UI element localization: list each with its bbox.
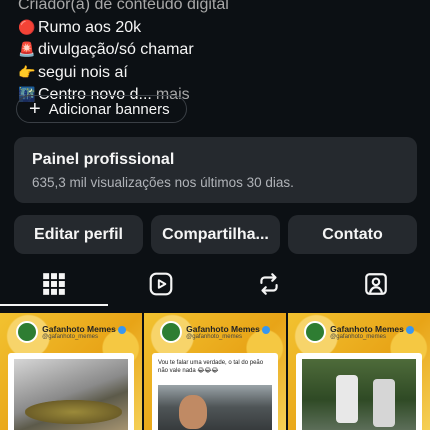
red-circle-icon: 🔴 bbox=[18, 19, 36, 36]
add-banners-button[interactable]: + Adicionar banners bbox=[16, 95, 187, 123]
reels-icon bbox=[149, 272, 173, 296]
avatar bbox=[16, 321, 39, 343]
post-thumbnail[interactable]: Gafanhoto Memes @gafanhoto_memes bbox=[288, 313, 430, 430]
post-image bbox=[14, 359, 128, 430]
profile-tabs bbox=[0, 262, 430, 306]
plus-icon: + bbox=[29, 98, 41, 120]
posts-grid: Gafanhoto Memes @gafanhoto_memes Gafanho… bbox=[0, 313, 430, 430]
post-header: Gafanhoto Memes @gafanhoto_memes bbox=[288, 321, 430, 343]
avatar bbox=[160, 321, 183, 343]
post-handle: @gafanhoto_memes bbox=[42, 334, 98, 340]
tab-tagged[interactable] bbox=[323, 262, 430, 306]
tagged-icon bbox=[365, 273, 388, 295]
grid-icon bbox=[42, 273, 65, 295]
profile-bio: Criador(a) de conteúdo digital 🔴 Rumo aos… bbox=[18, 0, 418, 107]
post-account-name: Gafanhoto Memes bbox=[186, 324, 260, 334]
bio-category: Criador(a) de conteúdo digital bbox=[18, 0, 229, 13]
post-handle: @gafanhoto_memes bbox=[330, 334, 386, 340]
add-banners-label: Adicionar banners bbox=[48, 100, 170, 118]
verified-badge-icon bbox=[117, 325, 126, 334]
bio-line: 👉 segui nois aí bbox=[18, 62, 418, 85]
bio-line: 🔴 Rumo aos 20k bbox=[18, 17, 418, 40]
professional-dashboard[interactable]: Painel profissional 635,3 mil visualizaç… bbox=[14, 137, 417, 203]
post-card bbox=[296, 353, 422, 430]
post-image bbox=[158, 385, 272, 430]
tab-reposts[interactable] bbox=[215, 262, 323, 306]
repost-icon bbox=[260, 273, 278, 295]
avatar bbox=[304, 321, 327, 343]
verified-badge-icon bbox=[405, 325, 414, 334]
contact-button[interactable]: Contato bbox=[288, 215, 417, 254]
post-account-name: Gafanhoto Memes bbox=[42, 324, 116, 334]
post-image bbox=[302, 359, 416, 430]
post-caption: Vou te falar uma verdade, o tal do peão … bbox=[158, 360, 264, 374]
share-profile-button[interactable]: Compartilha... bbox=[151, 215, 280, 254]
verified-badge-icon bbox=[261, 325, 270, 334]
edit-profile-button[interactable]: Editar perfil bbox=[14, 215, 143, 254]
post-header: Gafanhoto Memes @gafanhoto_memes bbox=[144, 321, 286, 343]
pointing-hand-icon: 👉 bbox=[18, 64, 36, 81]
post-thumbnail[interactable]: Gafanhoto Memes @gafanhoto_memes Vou te … bbox=[144, 313, 286, 430]
post-header: Gafanhoto Memes @gafanhoto_memes bbox=[0, 321, 142, 343]
bio-line: 🚨 divulgação/só chamar bbox=[18, 39, 418, 62]
post-handle: @gafanhoto_memes bbox=[186, 334, 242, 340]
post-thumbnail[interactable]: Gafanhoto Memes @gafanhoto_memes bbox=[0, 313, 142, 430]
post-card bbox=[8, 353, 134, 430]
professional-dashboard-title: Painel profissional bbox=[32, 151, 175, 168]
post-card: Vou te falar uma verdade, o tal do peão … bbox=[152, 353, 278, 430]
professional-dashboard-stats: 635,3 mil visualizações nos últimos 30 d… bbox=[32, 175, 294, 190]
post-account-name: Gafanhoto Memes bbox=[330, 324, 404, 334]
tab-posts[interactable] bbox=[0, 262, 108, 306]
profile-actions: Editar perfil Compartilha... Contato bbox=[14, 215, 417, 254]
tab-reels[interactable] bbox=[108, 262, 216, 306]
siren-icon: 🚨 bbox=[18, 42, 36, 58]
